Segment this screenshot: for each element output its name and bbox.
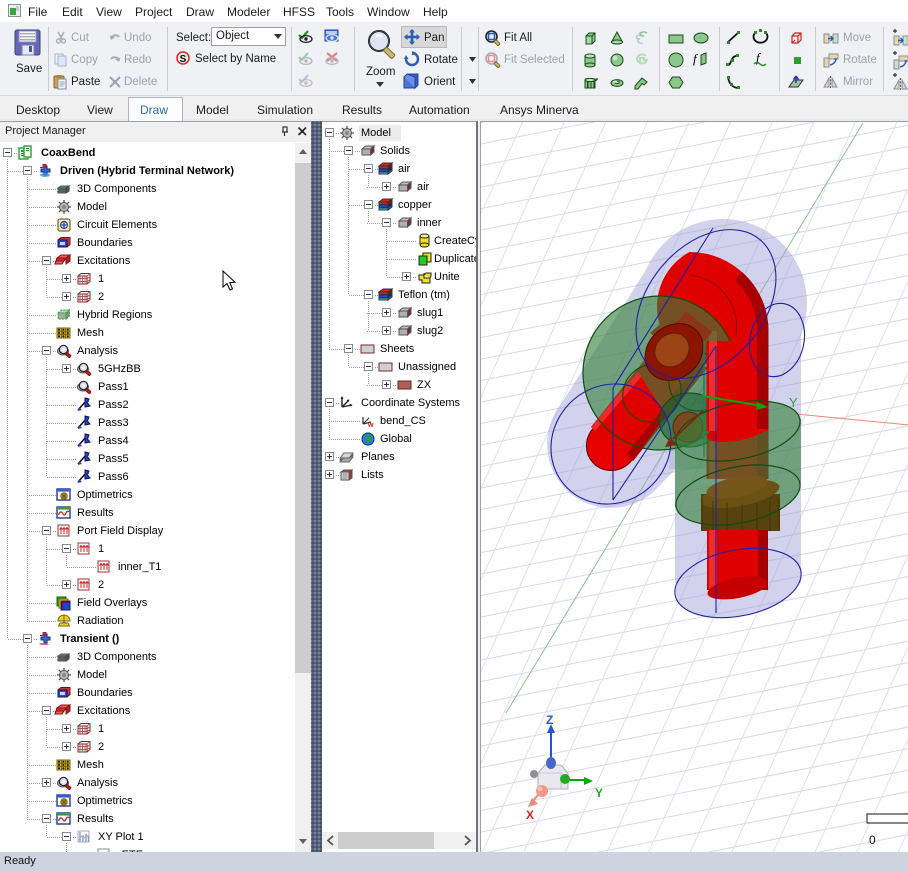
svg-text:0: 0 xyxy=(869,833,876,847)
svg-text:Z: Z xyxy=(546,713,553,727)
svg-text:Y: Y xyxy=(789,395,798,410)
svg-text:Y: Y xyxy=(595,786,603,800)
svg-text:S: S xyxy=(180,54,187,65)
svg-text:X: X xyxy=(526,808,534,822)
svg-text:f: f xyxy=(693,51,699,66)
svg-text:w: w xyxy=(367,422,374,429)
